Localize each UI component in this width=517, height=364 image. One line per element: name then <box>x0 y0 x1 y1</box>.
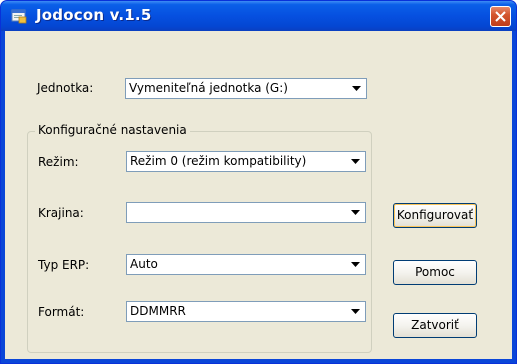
config-group-title: Konfiguračné nastavenia <box>35 123 190 137</box>
chevron-down-icon[interactable] <box>347 153 364 170</box>
close-icon <box>495 11 506 22</box>
erp-type-label: Typ ERP: <box>38 258 90 272</box>
configure-button[interactable]: Konfigurovať <box>393 203 477 228</box>
chevron-down-icon[interactable] <box>347 204 364 221</box>
unit-label: Jednotka: <box>37 81 94 95</box>
format-value: DDMMRR <box>130 304 186 318</box>
unit-value: Vymeniteľná jednotka (G:) <box>129 81 288 95</box>
format-label: Formát: <box>38 305 85 319</box>
mode-label: Režim: <box>38 155 79 169</box>
country-dropdown[interactable] <box>126 202 366 223</box>
window-title: Jodocon v.1.5 <box>36 6 152 24</box>
format-dropdown[interactable]: DDMMRR <box>126 301 366 322</box>
chevron-down-icon[interactable] <box>347 256 364 273</box>
dialog-window: Jodocon v.1.5 Jednotka: Vymeniteľná jedn… <box>0 0 517 364</box>
mode-value: Režim 0 (režim kompatibility) <box>130 154 307 168</box>
close-button[interactable]: Zatvoriť <box>393 313 477 338</box>
app-window-icon <box>11 8 27 24</box>
chevron-down-icon[interactable] <box>347 303 364 320</box>
help-button[interactable]: Pomoc <box>393 260 477 285</box>
chevron-down-icon[interactable] <box>348 80 365 97</box>
mode-dropdown[interactable]: Režim 0 (režim kompatibility) <box>126 151 366 172</box>
title-bar[interactable]: Jodocon v.1.5 <box>1 1 516 31</box>
close-window-button[interactable] <box>490 6 511 27</box>
unit-dropdown[interactable]: Vymeniteľná jednotka (G:) <box>125 78 367 99</box>
erp-type-dropdown[interactable]: Auto <box>126 254 366 275</box>
dialog-client-area: Jednotka: Vymeniteľná jednotka (G:) Konf… <box>5 31 512 359</box>
country-label: Krajina: <box>38 206 84 220</box>
erp-type-value: Auto <box>130 257 158 271</box>
